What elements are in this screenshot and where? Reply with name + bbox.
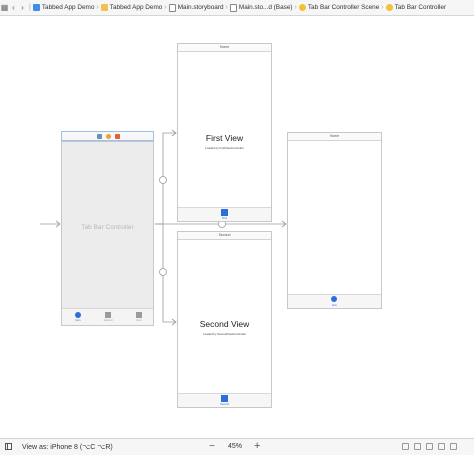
first-responder-icon[interactable] xyxy=(106,134,111,139)
view-as-device-button[interactable]: View as: iPhone 8 (⌥C ⌥R) xyxy=(22,443,113,451)
chevron-right-icon: › xyxy=(96,4,99,11)
first-tab-label: First xyxy=(221,217,228,220)
breadcrumb-label: Tabbed App Demo xyxy=(41,4,95,11)
zoom-in-button[interactable]: + xyxy=(254,440,260,452)
tab-item-icon[interactable] xyxy=(105,312,111,318)
canvas-bottom-bar: View as: iPhone 8 (⌥C ⌥R) − 45% + xyxy=(0,438,474,455)
item-tab-label: Item xyxy=(331,304,338,307)
project-icon xyxy=(32,4,40,11)
first-view-subheading: Loaded by FirstViewController xyxy=(205,146,244,150)
third-view-scene[interactable]: Home Item xyxy=(287,132,382,309)
breadcrumb-storyboard-base[interactable]: Main.sto...d (Base) xyxy=(229,3,293,12)
tab-item-label: Item xyxy=(75,319,81,322)
zoom-level: 45% xyxy=(228,443,243,450)
embed-in-icon[interactable] xyxy=(450,443,457,450)
first-tab-icon[interactable] xyxy=(221,209,228,216)
jump-bar: ▦ ‹ › | Tabbed App Demo › Tabbed App Dem… xyxy=(0,0,474,16)
tab-bar[interactable]: Item Second Item xyxy=(62,308,153,325)
scene-icon xyxy=(298,4,306,11)
breadcrumb-folder[interactable]: Tabbed App Demo xyxy=(100,4,163,11)
tab-bar[interactable]: Second xyxy=(178,393,271,407)
breadcrumb-label: Tab Bar Controller Scene xyxy=(307,4,380,11)
chevron-right-icon: › xyxy=(225,4,228,11)
tab-bar[interactable]: First xyxy=(178,207,271,221)
resolve-issues-icon[interactable] xyxy=(438,443,445,450)
second-tab-icon[interactable] xyxy=(221,395,228,402)
scene-dock[interactable] xyxy=(61,131,154,141)
breadcrumb-label: Tab Bar Controller xyxy=(394,4,447,11)
scene-title-bar: Second xyxy=(178,232,271,240)
tab-bar-controller-icon xyxy=(385,4,393,11)
exit-icon[interactable] xyxy=(115,134,120,139)
tab-bar[interactable]: Item xyxy=(288,294,381,308)
first-view-scene[interactable]: Home First View Loaded by FirstViewContr… xyxy=(177,43,272,222)
scene-label: Tab Bar Controller xyxy=(81,224,134,231)
update-frames-icon[interactable] xyxy=(402,443,409,450)
related-items-icon[interactable]: ▦ xyxy=(0,0,9,15)
segue-second-view-icon xyxy=(159,268,167,276)
breadcrumb-project[interactable]: Tabbed App Demo xyxy=(32,4,95,11)
chevron-right-icon: › xyxy=(294,4,297,11)
storyboard-canvas[interactable]: Tab Bar Controller Item Second Item Home… xyxy=(0,16,474,438)
storyboard-file-icon xyxy=(229,3,237,12)
second-view-heading: Second View xyxy=(199,319,250,329)
tab-item-icon[interactable] xyxy=(75,312,81,318)
second-view-scene[interactable]: Second Second View Loaded by SecondViewC… xyxy=(177,231,272,408)
breadcrumb-label: Tabbed App Demo xyxy=(109,4,163,11)
back-icon[interactable]: ‹ xyxy=(9,0,18,15)
document-outline-toggle-icon[interactable] xyxy=(5,443,12,450)
item-tab-icon[interactable] xyxy=(331,296,337,302)
storyboard-file-icon xyxy=(168,3,176,12)
tab-item-label: Second xyxy=(103,319,113,322)
tab-bar-controller-scene[interactable]: Tab Bar Controller Item Second Item xyxy=(61,141,154,326)
separator: | xyxy=(29,4,31,11)
zoom-out-button[interactable]: − xyxy=(209,441,215,452)
align-icon[interactable] xyxy=(414,443,421,450)
view-controller-icon[interactable] xyxy=(97,134,102,139)
tab-item-label: Item xyxy=(136,319,142,322)
forward-icon[interactable]: › xyxy=(18,0,27,15)
second-tab-label: Second xyxy=(220,403,229,406)
folder-icon xyxy=(100,4,108,11)
scene-title-bar: Home xyxy=(178,44,271,52)
scene-title-bar: Home xyxy=(288,133,381,141)
breadcrumb-label: Main.sto...d (Base) xyxy=(238,4,293,11)
add-constraints-icon[interactable] xyxy=(426,443,433,450)
breadcrumb-tab-bar-controller[interactable]: Tab Bar Controller xyxy=(385,4,447,11)
first-view-heading: First View xyxy=(205,133,244,143)
breadcrumb-storyboard[interactable]: Main.storyboard xyxy=(168,3,224,12)
tab-item-icon[interactable] xyxy=(136,312,142,318)
breadcrumb-scene[interactable]: Tab Bar Controller Scene xyxy=(298,4,380,11)
breadcrumb-label: Main.storyboard xyxy=(177,4,224,11)
segue-first-view-icon xyxy=(159,176,167,184)
chevron-right-icon: › xyxy=(381,4,384,11)
chevron-right-icon: › xyxy=(164,4,167,11)
second-view-subheading: Loaded by SecondViewController xyxy=(203,332,246,336)
